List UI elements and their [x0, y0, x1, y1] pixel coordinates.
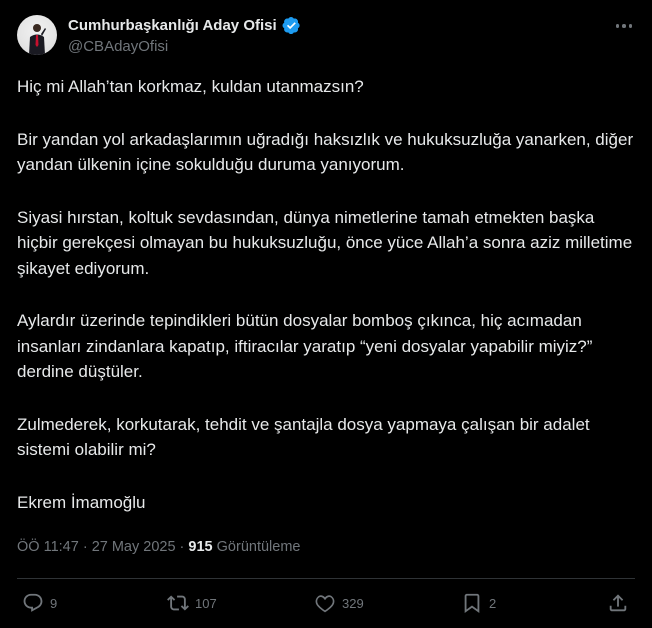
like-icon	[315, 595, 335, 613]
verified-badge-icon	[282, 16, 300, 34]
more-icon[interactable]	[612, 16, 636, 36]
like-button[interactable]: 329	[314, 588, 364, 618]
like-count: 329	[342, 595, 364, 611]
avatar[interactable]	[17, 15, 57, 55]
author-name-row: Cumhurbaşkanlığı Aday Ofisi	[68, 15, 301, 35]
tweet-paragraph: Bir yandan yol arkadaşlarımın uğradığı h…	[17, 129, 634, 175]
share-icon	[609, 594, 627, 612]
views-count: 915	[188, 539, 213, 555]
tweet: Cumhurbaşkanlığı Aday Ofisi @CBAdayOfisi…	[0, 0, 652, 628]
meta-separator: ·	[175, 539, 189, 555]
bookmark-icon	[464, 593, 480, 614]
repost-icon	[167, 595, 189, 611]
reply-icon	[23, 593, 43, 612]
action-bar: 9 107 329 2	[0, 588, 652, 618]
divider	[17, 578, 635, 579]
meta-separator: ·	[78, 539, 92, 555]
tweet-paragraph: Zulmederek, korkutarak, tehdit ve şantaj…	[17, 414, 590, 460]
bookmark-count: 2	[489, 595, 497, 611]
tweet-text: Hiç mi Allah’tan korkmaz, kuldan utanmaz…	[17, 74, 637, 515]
tweet-paragraph: Aylardır üzerinde tepindikleri bütün dos…	[17, 311, 593, 381]
tweet-paragraph: Siyasi hırstan, koltuk sevdasından, düny…	[17, 207, 633, 278]
reply-count: 9	[50, 595, 58, 611]
tweet-meta: ÖÖ 11:47 · 27 May 2025 · 915 Görüntüleme	[17, 539, 300, 555]
views-label: Görüntüleme	[212, 539, 301, 555]
reply-button[interactable]: 9	[22, 588, 57, 618]
avatar-person-icon	[29, 24, 46, 55]
repost-button[interactable]: 107	[167, 588, 217, 618]
author-handle[interactable]: @CBAdayOfisi	[68, 38, 168, 55]
author-name[interactable]: Cumhurbaşkanlığı Aday Ofisi	[68, 17, 277, 34]
share-button[interactable]	[607, 588, 629, 618]
tweet-signature: Ekrem İmamoğlu	[17, 492, 146, 512]
tweet-time[interactable]: ÖÖ 11:47	[17, 539, 79, 555]
tweet-paragraph: Hiç mi Allah’tan korkmaz, kuldan utanmaz…	[17, 77, 364, 96]
tweet-date[interactable]: 27 May 2025	[92, 539, 176, 555]
repost-count: 107	[195, 595, 217, 611]
bookmark-button[interactable]: 2	[461, 588, 496, 618]
